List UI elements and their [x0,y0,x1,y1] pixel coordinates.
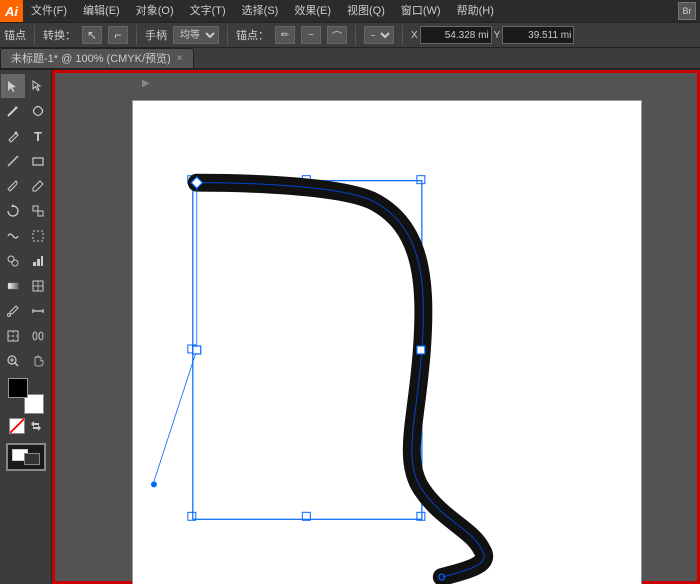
screen-mode-btn[interactable] [6,443,46,471]
menu-edit[interactable]: 编辑(E) [75,0,128,22]
divider-3 [227,25,228,45]
screen-mode-area [6,443,46,471]
menu-effect[interactable]: 效果(E) [286,0,339,22]
tool-row-3: T [0,124,51,148]
color-swatch-area [0,378,51,438]
menu-text[interactable]: 文字(T) [182,0,234,22]
none-swatch[interactable] [9,418,25,434]
menu-file[interactable]: 文件(F) [23,0,75,22]
lasso-tool[interactable] [26,99,50,123]
free-transform-tool[interactable] [26,224,50,248]
corner-tool-btn[interactable]: ⌐ [108,26,128,44]
measure-tool[interactable] [26,299,50,323]
tool-row-7 [0,224,51,248]
line-tool[interactable] [1,149,25,173]
swatch-controls [9,418,43,434]
tool-row-11 [0,324,51,348]
corner-anchor-btn[interactable]: ⌒ [327,26,347,44]
x-label: X [411,30,418,41]
tab-title: 未标题-1* @ 100% (CMYK/预览) [11,49,171,69]
ruler-area: ▶ [142,78,150,89]
constraint-select[interactable]: — [364,26,394,44]
scale-tool[interactable] [26,199,50,223]
anchorpoint-label: 锚点： [236,27,269,43]
handle-label: 手柄 [145,27,167,43]
warp-tool[interactable] [1,224,25,248]
drawing-svg [133,101,641,584]
fg-color-swatch[interactable] [8,378,28,398]
y-label: Y [494,30,501,41]
swap-colors-icon[interactable] [29,419,43,433]
hand-tool[interactable] [26,349,50,373]
toolbar: T [0,70,52,584]
pencil-tool[interactable] [26,174,50,198]
gradient-tool[interactable] [1,274,25,298]
divider-1 [34,25,35,45]
anchor-label: 锚点 [4,27,26,43]
canvas-area: ▶ [52,70,700,584]
tab-close-btn[interactable]: × [177,49,183,69]
menu-object[interactable]: 对象(O) [128,0,182,22]
bridge-icon[interactable]: Br [678,2,696,20]
zoom-tool[interactable] [1,349,25,373]
tool-row-9 [0,274,51,298]
tool-row-5 [0,174,51,198]
magic-wand-tool[interactable] [1,99,25,123]
type-tool[interactable]: T [26,124,50,148]
ruler-label: ▶ [142,78,150,89]
handle-select[interactable]: 均等 [173,26,219,44]
menu-help[interactable]: 帮助(H) [449,0,502,22]
slice-tool[interactable] [1,324,25,348]
divider-5 [402,25,403,45]
tool-row-6 [0,199,51,223]
eyedropper-tool[interactable] [1,299,25,323]
direct-selection-tool[interactable] [26,74,50,98]
shape-builder-tool[interactable] [1,249,25,273]
smooth-tool-btn[interactable]: ~ [301,26,321,44]
x-input[interactable] [420,26,492,44]
selection-tool[interactable] [1,74,25,98]
options-bar: 锚点 转换： ↖ ⌐ 手柄 均等 锚点： ✏ ~ ⌒ — X Y [0,22,700,48]
pen-tool[interactable] [1,124,25,148]
blend-tool[interactable] [26,324,50,348]
menu-view[interactable]: 视图(Q) [339,0,393,22]
tool-row-2 [0,99,51,123]
tab-bar: 未标题-1* @ 100% (CMYK/预览) × [0,48,700,70]
y-input[interactable] [502,26,574,44]
mesh-tool[interactable] [26,274,50,298]
rect-tool[interactable] [26,149,50,173]
tool-row-4 [0,149,51,173]
main-layout: T [0,70,700,584]
transform-label: 转换： [43,27,76,43]
menu-window[interactable]: 窗口(W) [393,0,449,22]
tool-row-1 [0,74,51,98]
chart-tool[interactable] [26,249,50,273]
menu-bar: Ai 文件(F) 编辑(E) 对象(O) 文字(T) 选择(S) 效果(E) 视… [0,0,700,22]
divider-4 [355,25,356,45]
divider-2 [136,25,137,45]
pen-tool-btn[interactable]: ✏ [275,26,295,44]
tool-row-10 [0,299,51,323]
arrow-tool-btn[interactable]: ↖ [82,26,102,44]
menu-select[interactable]: 选择(S) [234,0,287,22]
document-tab[interactable]: 未标题-1* @ 100% (CMYK/预览) × [0,48,194,68]
rotate-tool[interactable] [1,199,25,223]
tool-row-8 [0,249,51,273]
tool-row-12 [0,349,51,373]
artboard [132,100,642,584]
ai-logo: Ai [0,0,23,22]
color-swatches [8,378,44,414]
paintbrush-tool[interactable] [1,174,25,198]
menu-items: 文件(F) 编辑(E) 对象(O) 文字(T) 选择(S) 效果(E) 视图(Q… [23,0,502,22]
